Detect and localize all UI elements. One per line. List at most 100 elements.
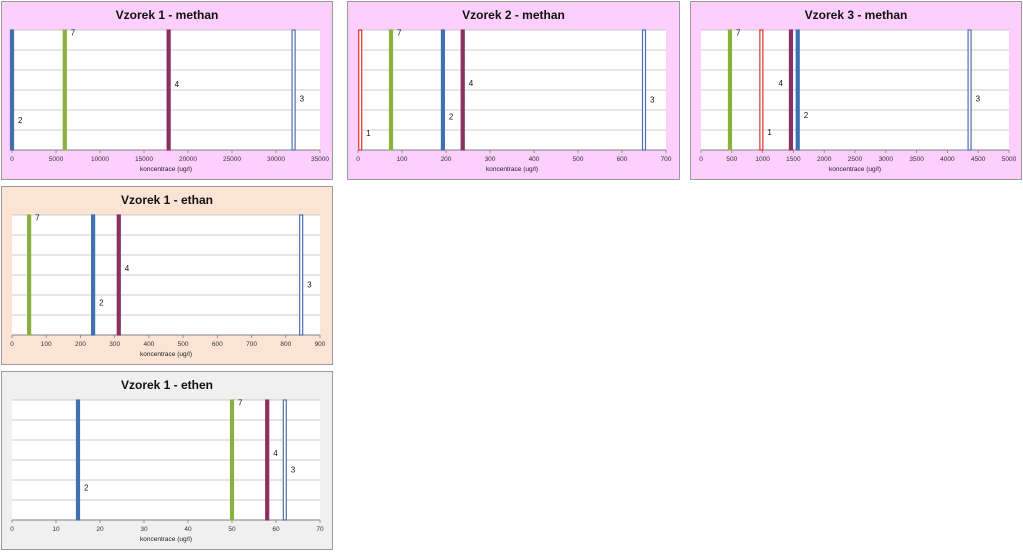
chart-panel-vzorek3-methan: Vzorek 3 - methan 0 500 1000 1500 2000 2500 30… [690,1,1022,180]
x-axis-label: koncentrace (ug/l) [829,166,881,173]
bar-sample-3 [299,214,304,336]
bar-sample-7 [62,29,67,151]
x-tick-label: 35000 [311,156,329,163]
x-tick-label: 100 [41,341,52,348]
x-tick-label: 2000 [817,156,832,163]
x-tick-label: 3000 [879,156,894,163]
x-tick-label: 50 [228,526,236,533]
data-label-7: 7 [35,213,40,222]
bar-sample-4 [166,29,171,151]
x-tick-label: 10000 [91,156,109,163]
data-label-4: 4 [175,80,180,89]
bar-sample-4 [116,214,121,336]
chart-plot: 0 100 200 300 400 500 600 700 koncentrace (ug/l)… [356,28,672,173]
x-tick-label: 400 [143,341,154,348]
x-tick-label: 4000 [940,156,955,163]
bar-sample-7 [229,399,235,521]
data-label-2: 2 [449,112,454,121]
data-label-4: 4 [125,264,130,273]
bar-sample-4 [265,399,270,521]
data-label-1: 1 [767,128,772,137]
x-tick-label: 200 [441,156,452,163]
data-label-4: 4 [273,449,278,458]
x-tick-label: 500 [178,341,189,348]
data-label-4: 4 [469,79,474,88]
x-tick-label: 20 [96,526,104,533]
x-tick-label: 300 [109,341,120,348]
bar-sample-2 [75,399,81,521]
x-tick-label: 30000 [267,156,285,163]
bar-sample-4 [460,29,465,151]
bar-sample-7 [388,29,394,151]
x-axis-label: koncentrace (ug/l) [140,536,192,543]
data-label-2: 2 [99,299,104,308]
x-tick-label: 15000 [135,156,153,163]
x-tick-label: 60 [272,526,280,533]
bar-sample-2 [440,29,446,151]
data-label-1: 1 [366,129,371,138]
data-label-7: 7 [238,398,243,407]
chart-plot: 0 100 200 300 400 500 600 700 800 900 koncentrace … [10,213,326,358]
data-label-2: 2 [84,484,89,493]
x-tick-label: 0 [356,156,360,163]
data-label-3: 3 [650,96,655,105]
bar-sample-2 [91,214,96,336]
data-label-3: 3 [307,281,312,290]
chart-panel-vzorek1-ethan: Vzorek 1 - ethan 0 100 200 300 400 500 600 700 8… [1,186,333,365]
x-axis-label: koncentrace (ug/l) [140,351,192,358]
x-tick-label: 0 [699,156,703,163]
bar-sample-2 [9,29,15,151]
bar-sample-3 [641,29,647,151]
x-tick-label: 400 [529,156,540,163]
x-tick-label: 3500 [909,156,924,163]
data-label-3: 3 [291,466,296,475]
data-label-7: 7 [397,28,402,37]
x-tick-label: 40 [184,526,192,533]
bar-sample-3 [282,399,287,521]
bar-sample-4 [788,29,794,151]
x-tick-label: 30 [140,526,148,533]
x-tick-label: 500 [726,156,737,163]
x-tick-label: 700 [661,156,672,163]
x-tick-label: 2500 [848,156,863,163]
x-tick-label: 0 [10,156,14,163]
chart-panel-vzorek2-methan: Vzorek 2 - methan 0 100 200 300 400 500 600 700… [347,1,680,180]
x-tick-label: 5000 [49,156,64,163]
x-axis-label: koncentrace (ug/l) [140,166,192,173]
bar-sample-2 [795,29,800,151]
x-tick-label: 1000 [755,156,770,163]
x-axis-label: koncentrace (ug/l) [486,166,538,173]
x-tick-label: 25000 [223,156,241,163]
bar-sample-3 [967,29,972,151]
data-label-2: 2 [804,111,809,120]
data-label-7: 7 [736,28,741,37]
x-tick-label: 5000 [1002,156,1017,163]
bar-sample-1 [358,29,363,151]
data-label-3: 3 [976,94,981,103]
chart-panel-vzorek1-methan: Vzorek 1 - methan 0 5000 10000 15000 20000 25… [1,1,333,180]
x-tick-label: 0 [10,341,14,348]
x-tick-label: 100 [397,156,408,163]
data-label-7: 7 [71,28,76,37]
data-label-2: 2 [18,116,23,125]
x-tick-label: 900 [315,341,326,348]
x-tick-label: 200 [75,341,86,348]
x-tick-label: 10 [52,526,60,533]
x-tick-label: 4500 [971,156,986,163]
x-tick-label: 70 [316,526,324,533]
x-tick-label: 700 [246,341,257,348]
bar-sample-3 [291,29,296,151]
chart-plot: 0 10 20 30 40 50 60 70 koncentrace (ug/l) 2 7 4 3 [10,398,324,543]
x-tick-label: 600 [617,156,628,163]
bar-sample-1 [759,29,764,151]
data-label-3: 3 [300,94,305,103]
chart-plot: 0 5000 10000 15000 20000 25000 30000 35000 konce… [9,28,329,173]
bar-sample-7 [27,214,32,336]
x-tick-label: 1500 [786,156,801,163]
x-tick-label: 500 [573,156,584,163]
x-tick-label: 0 [10,526,14,533]
x-tick-label: 600 [212,341,223,348]
x-tick-label: 20000 [179,156,197,163]
x-tick-label: 300 [485,156,496,163]
bar-sample-7 [727,29,733,151]
